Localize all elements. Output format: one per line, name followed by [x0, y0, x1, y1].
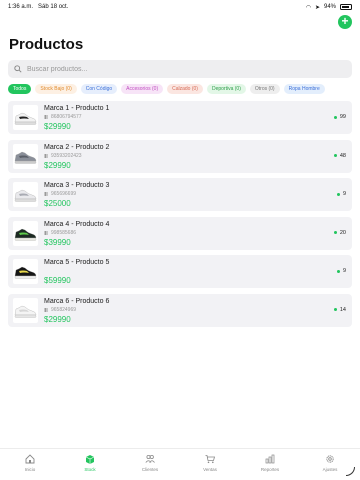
tab-label: Reportes	[260, 467, 280, 472]
product-card[interactable]: Marca 4 - Producto 4 998585686 $39990 20	[8, 216, 352, 250]
battery-percent: 94%	[323, 4, 336, 10]
tab-label: Ajustes	[322, 467, 338, 472]
stock-dot	[333, 231, 337, 235]
product-price: $29990	[44, 160, 71, 170]
stock-dot	[333, 154, 337, 158]
status-time: 1:36 a.m.	[8, 4, 34, 10]
barcode-row: 965824969	[44, 307, 76, 313]
product-name: Marca 3 - Producto 3	[44, 182, 110, 190]
cart-icon	[205, 455, 215, 464]
wifi-icon: ◠	[305, 4, 311, 11]
people-icon	[145, 454, 155, 463]
product-image	[13, 182, 38, 208]
product-card[interactable]: Marca 6 - Producto 6 965824969 $29990 14	[8, 293, 352, 327]
box-icon	[85, 455, 95, 464]
barcode-row: 93593202423	[44, 153, 82, 159]
product-image	[13, 259, 38, 285]
barcode-row: 998585686	[44, 230, 76, 236]
product-card[interactable]: Marca 5 - Producto 5 $59990 9	[8, 255, 352, 289]
tab-label: Inicio	[24, 467, 36, 472]
stock-indicator: 14	[333, 306, 346, 313]
product-price: $25000	[44, 199, 71, 209]
filter-chip[interactable]: Todos	[8, 84, 32, 94]
stock-dot	[336, 269, 340, 273]
tab-stock[interactable]: Stock	[60, 449, 120, 480]
add-product-button[interactable]: +	[338, 15, 352, 29]
product-image	[13, 220, 38, 246]
stock-indicator: 99	[333, 114, 346, 120]
tab-reportes[interactable]: Reportes	[240, 449, 300, 480]
barcode-icon	[44, 192, 49, 197]
chart-icon	[265, 454, 275, 464]
barcode-row: 86806794577	[44, 114, 82, 120]
product-name: Marca 5 - Producto 5	[44, 259, 110, 267]
product-card[interactable]: Marca 1 - Producto 1 86806794577 $29990 99	[8, 101, 352, 134]
tab-inicio[interactable]: Inicio	[0, 449, 60, 480]
product-price: $39990	[44, 237, 71, 247]
filter-chip[interactable]: Deportiva (0)	[206, 84, 246, 94]
barcode-icon	[44, 153, 49, 158]
stock-count: 99	[339, 114, 346, 120]
product-name: Marca 2 - Producto 2	[44, 143, 110, 151]
stock-dot	[336, 192, 340, 196]
product-price: $29990	[44, 314, 71, 324]
tab-bar: Inicio Stock Clientes Ventas Reportes Ajustes	[0, 448, 360, 480]
filter-chip[interactable]: Ropa Hombre	[283, 84, 325, 94]
stock-indicator: 20	[333, 229, 346, 236]
stock-count: 9	[342, 268, 346, 275]
location-icon: ➤	[314, 4, 320, 11]
stock-dot	[333, 115, 337, 119]
product-code: 965696699	[51, 191, 77, 198]
stock-count: 48	[339, 152, 346, 159]
product-price: $29990	[44, 122, 71, 131]
status-bar: 1:36 a.m. Sáb 18 oct. ◠ ➤ 94%	[0, 0, 360, 14]
status-date: Sáb 18 oct.	[38, 4, 69, 10]
product-code: 965824969	[51, 306, 77, 313]
product-code: 86806794577	[51, 114, 82, 120]
stock-indicator: 9	[336, 268, 346, 275]
product-name: Marca 6 - Producto 6	[44, 297, 110, 305]
tab-clientes[interactable]: Clientes	[120, 449, 180, 480]
stock-indicator: 48	[333, 152, 346, 159]
filter-chip[interactable]: Stock Bajo (0)	[35, 84, 77, 94]
search-input[interactable]	[27, 65, 327, 73]
gear-icon	[326, 455, 334, 463]
filter-chip[interactable]: Calzado (0)	[167, 84, 203, 94]
barcode-icon	[44, 307, 49, 312]
stock-count: 9	[342, 191, 346, 198]
product-image	[13, 297, 38, 323]
tab-label: Ventas	[203, 467, 217, 472]
product-image	[13, 143, 38, 169]
barcode-icon	[44, 230, 49, 235]
barcode-row: 965696699	[44, 191, 76, 197]
stock-count: 14	[339, 306, 346, 313]
product-image	[13, 105, 38, 130]
filter-chip[interactable]: Otros (0)	[249, 84, 280, 94]
product-list: Marca 1 - Producto 1 86806794577 $29990 99 M…	[8, 101, 352, 333]
barcode-icon	[44, 115, 49, 119]
search-bar[interactable]	[8, 60, 352, 78]
product-card[interactable]: Marca 2 - Producto 2 93593202423 $29990 48	[8, 139, 352, 173]
house-icon	[25, 454, 35, 464]
stock-indicator: 9	[336, 191, 346, 198]
tab-ajustes[interactable]: Ajustes	[300, 449, 360, 480]
page-title: Productos	[9, 36, 84, 53]
product-name: Marca 4 - Producto 4	[44, 220, 110, 228]
filter-chip[interactable]: Accesorios (0)	[121, 84, 164, 94]
product-price: $59990	[44, 276, 71, 286]
filter-chips: Todos Stock Bajo (0) Con Código Accesorios …	[8, 84, 360, 94]
filter-chip[interactable]: Con Código	[80, 84, 118, 94]
tab-label: Stock	[84, 467, 96, 472]
product-code: 998585686	[51, 229, 77, 236]
product-name: Marca 1 - Producto 1	[44, 105, 110, 112]
tab-label: Clientes	[141, 467, 159, 472]
battery-icon	[340, 4, 352, 10]
stock-count: 20	[339, 229, 346, 236]
stock-dot	[333, 308, 337, 312]
tab-ventas[interactable]: Ventas	[180, 449, 240, 480]
search-icon	[14, 65, 22, 73]
product-code: 93593202423	[51, 152, 82, 159]
product-card[interactable]: Marca 3 - Producto 3 965696699 $25000 9	[8, 178, 352, 212]
